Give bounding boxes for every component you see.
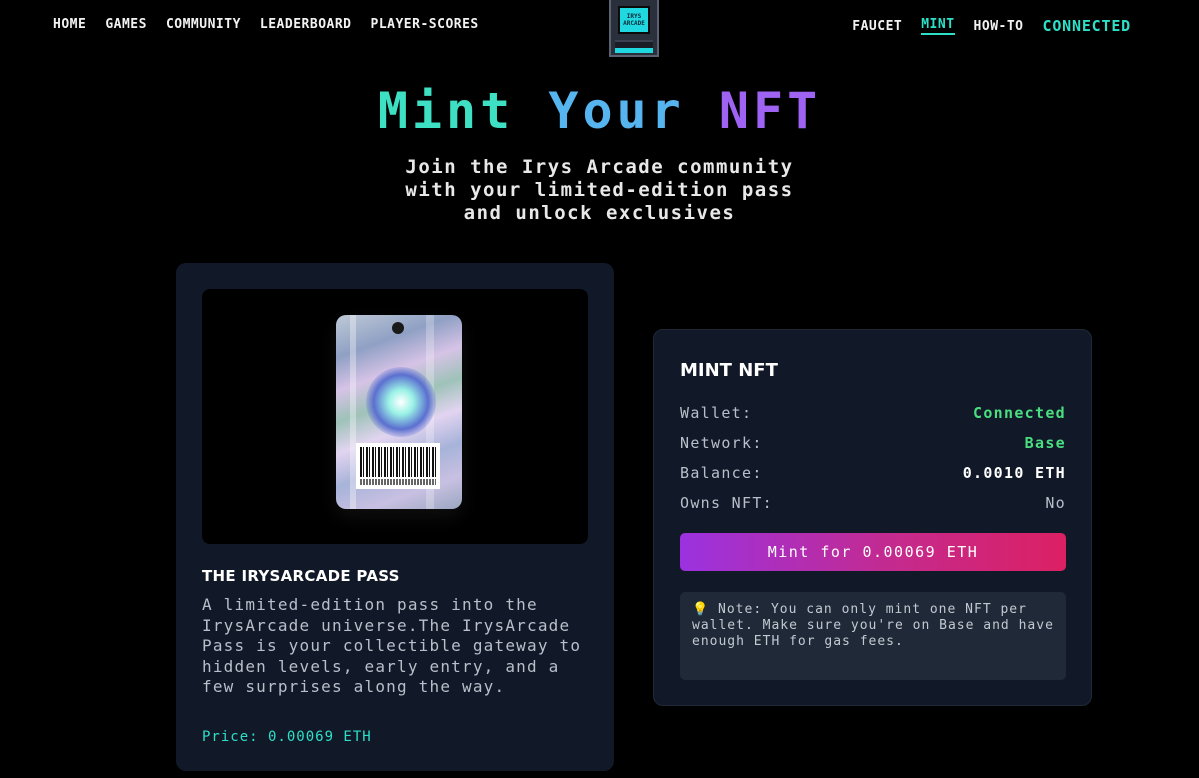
balance-row: Balance: 0.0010 ETH <box>680 463 1066 483</box>
mint-button[interactable]: Mint for 0.00069 ETH <box>680 533 1066 571</box>
nft-description: A limited-edition pass into the IrysArca… <box>202 595 582 696</box>
nft-preview-card: THE IRYSARCADE PASS A limited-edition pa… <box>176 263 614 771</box>
nav-right: FAUCET MINT HOW-TO CONNECTED <box>852 17 1131 35</box>
nft-price: Price: 0.00069 ETH <box>202 729 372 745</box>
arcade-logo-screen: IRYS ARCADE <box>618 6 650 34</box>
mint-panel: MINT NFT Wallet: Connected Network: Base… <box>653 329 1092 706</box>
page-title: Mint Your NFT <box>0 82 1199 140</box>
nft-image <box>202 289 588 544</box>
subtitle-line-3: and unlock exclusives <box>463 202 736 224</box>
nav-leaderboard-link[interactable]: LEADERBOARD <box>260 17 352 32</box>
nav-player-scores-link[interactable]: PLAYER-SCORES <box>371 17 479 32</box>
network-value: Base <box>1024 434 1066 452</box>
mint-panel-title: MINT NFT <box>680 360 778 381</box>
wallet-label: Wallet: <box>680 404 753 422</box>
top-nav: HOME GAMES COMMUNITY LEADERBOARD PLAYER-… <box>0 0 1199 57</box>
barcode-bars <box>360 447 436 477</box>
holographic-pass-image <box>336 315 462 509</box>
arcade-logo-base <box>615 40 653 48</box>
subtitle-line-1: Join the Irys Arcade community <box>405 156 794 178</box>
nav-faucet-link[interactable]: FAUCET <box>852 19 902 34</box>
logo-text-line1: IRYS <box>626 13 642 20</box>
pass-hologram-glow <box>366 367 436 437</box>
arcade-logo-stripe <box>615 48 653 53</box>
arcade-logo[interactable]: IRYS ARCADE <box>609 0 659 57</box>
barcode-icon <box>356 443 440 489</box>
owns-nft-label: Owns NFT: <box>680 494 773 512</box>
wallet-status-value: Connected <box>973 404 1066 422</box>
title-word-nft: NFT <box>718 82 822 140</box>
title-word-mint: Mint <box>377 82 515 140</box>
nav-left: HOME GAMES COMMUNITY LEADERBOARD PLAYER-… <box>53 17 479 32</box>
balance-value: 0.0010 ETH <box>962 464 1066 482</box>
wallet-connect-button[interactable]: CONNECTED <box>1043 17 1131 35</box>
lightbulb-icon: 💡 <box>692 602 710 617</box>
mint-note: 💡 Note: You can only mint one NFT per wa… <box>680 592 1066 680</box>
nav-how-to-link[interactable]: HOW-TO <box>974 19 1024 34</box>
nav-games-link[interactable]: GAMES <box>105 17 147 32</box>
balance-label: Balance: <box>680 464 763 482</box>
nft-name: THE IRYSARCADE PASS <box>202 567 400 585</box>
pass-hole <box>392 322 404 334</box>
subtitle-line-2: with your limited-edition pass <box>405 179 794 201</box>
owns-nft-value: No <box>1045 494 1066 512</box>
mint-note-text: Note: You can only mint one NFT per wall… <box>692 602 1054 649</box>
barcode-number <box>360 479 436 485</box>
owns-nft-row: Owns NFT: No <box>680 493 1066 513</box>
logo-text-line2: ARCADE <box>623 20 645 27</box>
nav-community-link[interactable]: COMMUNITY <box>166 17 241 32</box>
title-word-your: Your <box>548 82 685 140</box>
nav-mint-link[interactable]: MINT <box>921 17 955 35</box>
nav-home-link[interactable]: HOME <box>53 17 86 32</box>
network-label: Network: <box>680 434 763 452</box>
page-subtitle: Join the Irys Arcade community with your… <box>0 156 1199 225</box>
network-row: Network: Base <box>680 433 1066 453</box>
wallet-status-row: Wallet: Connected <box>680 403 1066 423</box>
